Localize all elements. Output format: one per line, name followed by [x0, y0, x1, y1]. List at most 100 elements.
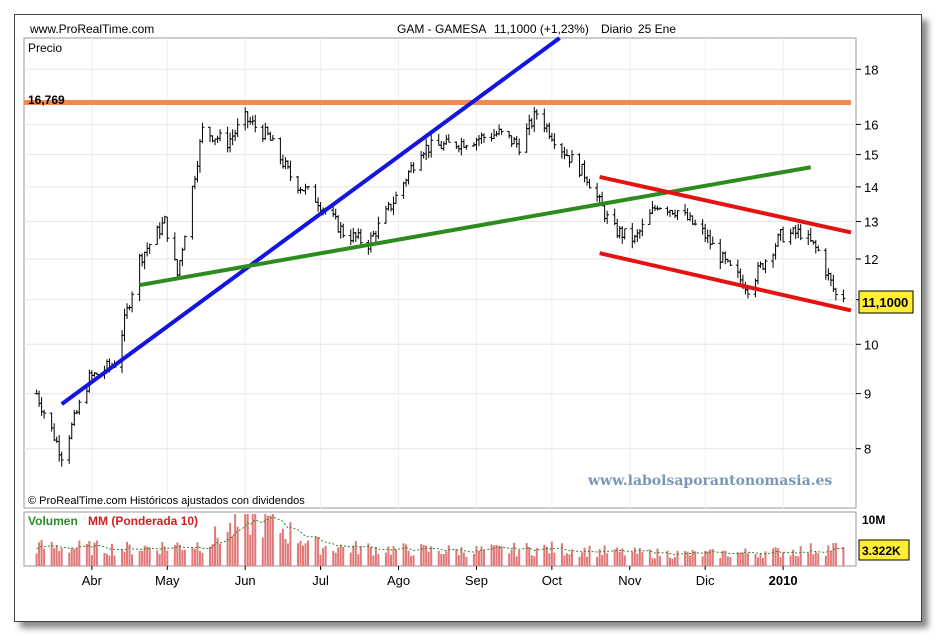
volume-bar	[832, 543, 835, 566]
volume-bar	[296, 543, 299, 566]
volume-bar	[726, 556, 729, 566]
volume-bar	[352, 545, 355, 566]
volume-bar	[824, 555, 827, 566]
volume-bar	[191, 547, 194, 566]
volume-bar	[420, 544, 423, 566]
volume-bar	[543, 544, 546, 566]
volume-bar	[515, 556, 518, 566]
volume-bar	[477, 550, 480, 566]
volume-bar	[178, 544, 181, 566]
volume-bar	[482, 549, 485, 566]
volume-bar	[261, 537, 264, 566]
volume-bar	[266, 515, 269, 566]
volume-bar	[410, 555, 413, 566]
volume-bar	[809, 543, 812, 566]
volume-bar	[490, 544, 493, 566]
volume-bar	[729, 557, 732, 566]
volume-bar	[834, 543, 837, 566]
volume-bar	[369, 546, 372, 566]
volume-bar	[744, 548, 747, 566]
volume-bar	[314, 536, 317, 566]
volume-bar	[95, 540, 98, 566]
volume-bar	[550, 541, 553, 566]
volume-bar	[43, 548, 46, 566]
x-tick-label: Dic	[696, 573, 715, 588]
volume-bar	[148, 547, 151, 566]
volume-bar	[746, 553, 749, 566]
volume-bar	[774, 547, 777, 566]
volume-bar	[676, 550, 679, 566]
volume-bar	[457, 555, 460, 566]
volume-bar	[407, 550, 410, 566]
volume-bar	[141, 550, 144, 566]
volume-bar	[78, 540, 81, 566]
price-panel	[23, 37, 857, 509]
volume-bar	[807, 553, 810, 566]
x-tick-label: Nov	[618, 573, 642, 588]
volume-bar	[269, 515, 272, 566]
volume-bar	[105, 553, 108, 566]
volume-bar	[568, 554, 571, 566]
x-tick-label: Jun	[235, 573, 256, 588]
volume-bar	[445, 551, 448, 566]
volume-bar	[271, 514, 274, 566]
volume-bar	[701, 556, 704, 566]
volume-bar	[395, 549, 398, 566]
volume-bar	[281, 528, 284, 566]
y-tick-label: 15	[864, 148, 878, 163]
volume-bar	[525, 543, 528, 566]
volume-bar	[578, 556, 581, 566]
volume-bar	[244, 514, 247, 566]
volume-bar	[181, 550, 184, 566]
y-tick-label: 18	[864, 62, 878, 77]
volume-bar	[138, 550, 141, 566]
volume-bar	[430, 546, 433, 566]
volume-bar	[201, 553, 204, 566]
volume-bar	[814, 552, 817, 566]
volume-bar	[606, 553, 609, 566]
volume-bar	[126, 541, 129, 566]
y-tick-label: 10	[864, 337, 878, 352]
volume-bar	[442, 553, 445, 566]
volume-bar	[339, 544, 342, 566]
volume-bar	[621, 548, 624, 566]
volume-bar	[465, 556, 468, 566]
volume-bar	[613, 549, 616, 566]
volume-bar	[563, 555, 566, 566]
volume-bar	[719, 557, 722, 566]
volume-bar	[246, 514, 249, 566]
volume-bar	[754, 554, 757, 566]
volume-bar	[596, 556, 599, 566]
volume-bar	[377, 554, 380, 566]
volume-bar	[761, 558, 764, 566]
resistance-label: 16,769	[28, 93, 65, 107]
volume-bar	[286, 543, 289, 566]
y-axis: 891011121314151618	[856, 62, 878, 457]
volume-bar	[686, 551, 689, 566]
x-tick-label: Abr	[82, 573, 103, 588]
volume-bar	[75, 547, 78, 566]
volume-bar	[234, 514, 237, 566]
x-tick-label: May	[155, 573, 180, 588]
volume-bar	[249, 534, 252, 566]
volume-bar	[623, 555, 626, 566]
volume-bar	[739, 552, 742, 566]
volume-bar	[110, 543, 113, 566]
y-tick-label: 13	[864, 215, 878, 230]
volume-bar	[631, 551, 634, 566]
volume-bar	[510, 549, 513, 566]
volume-bar	[706, 551, 709, 566]
volume-bar	[842, 546, 845, 566]
volume-bar	[455, 548, 458, 566]
volume-axis-top: 10M	[862, 513, 885, 527]
volume-bar	[797, 556, 800, 566]
y-tick-label: 12	[864, 252, 878, 267]
volume-bar	[334, 552, 337, 566]
volume-bar	[254, 514, 257, 566]
volume-bar	[40, 539, 43, 566]
volume-bar	[721, 550, 724, 566]
date-label: 25 Ene	[638, 22, 676, 36]
volume-bar	[829, 551, 832, 566]
volume-bar	[648, 549, 651, 566]
volume-bar	[462, 552, 465, 566]
